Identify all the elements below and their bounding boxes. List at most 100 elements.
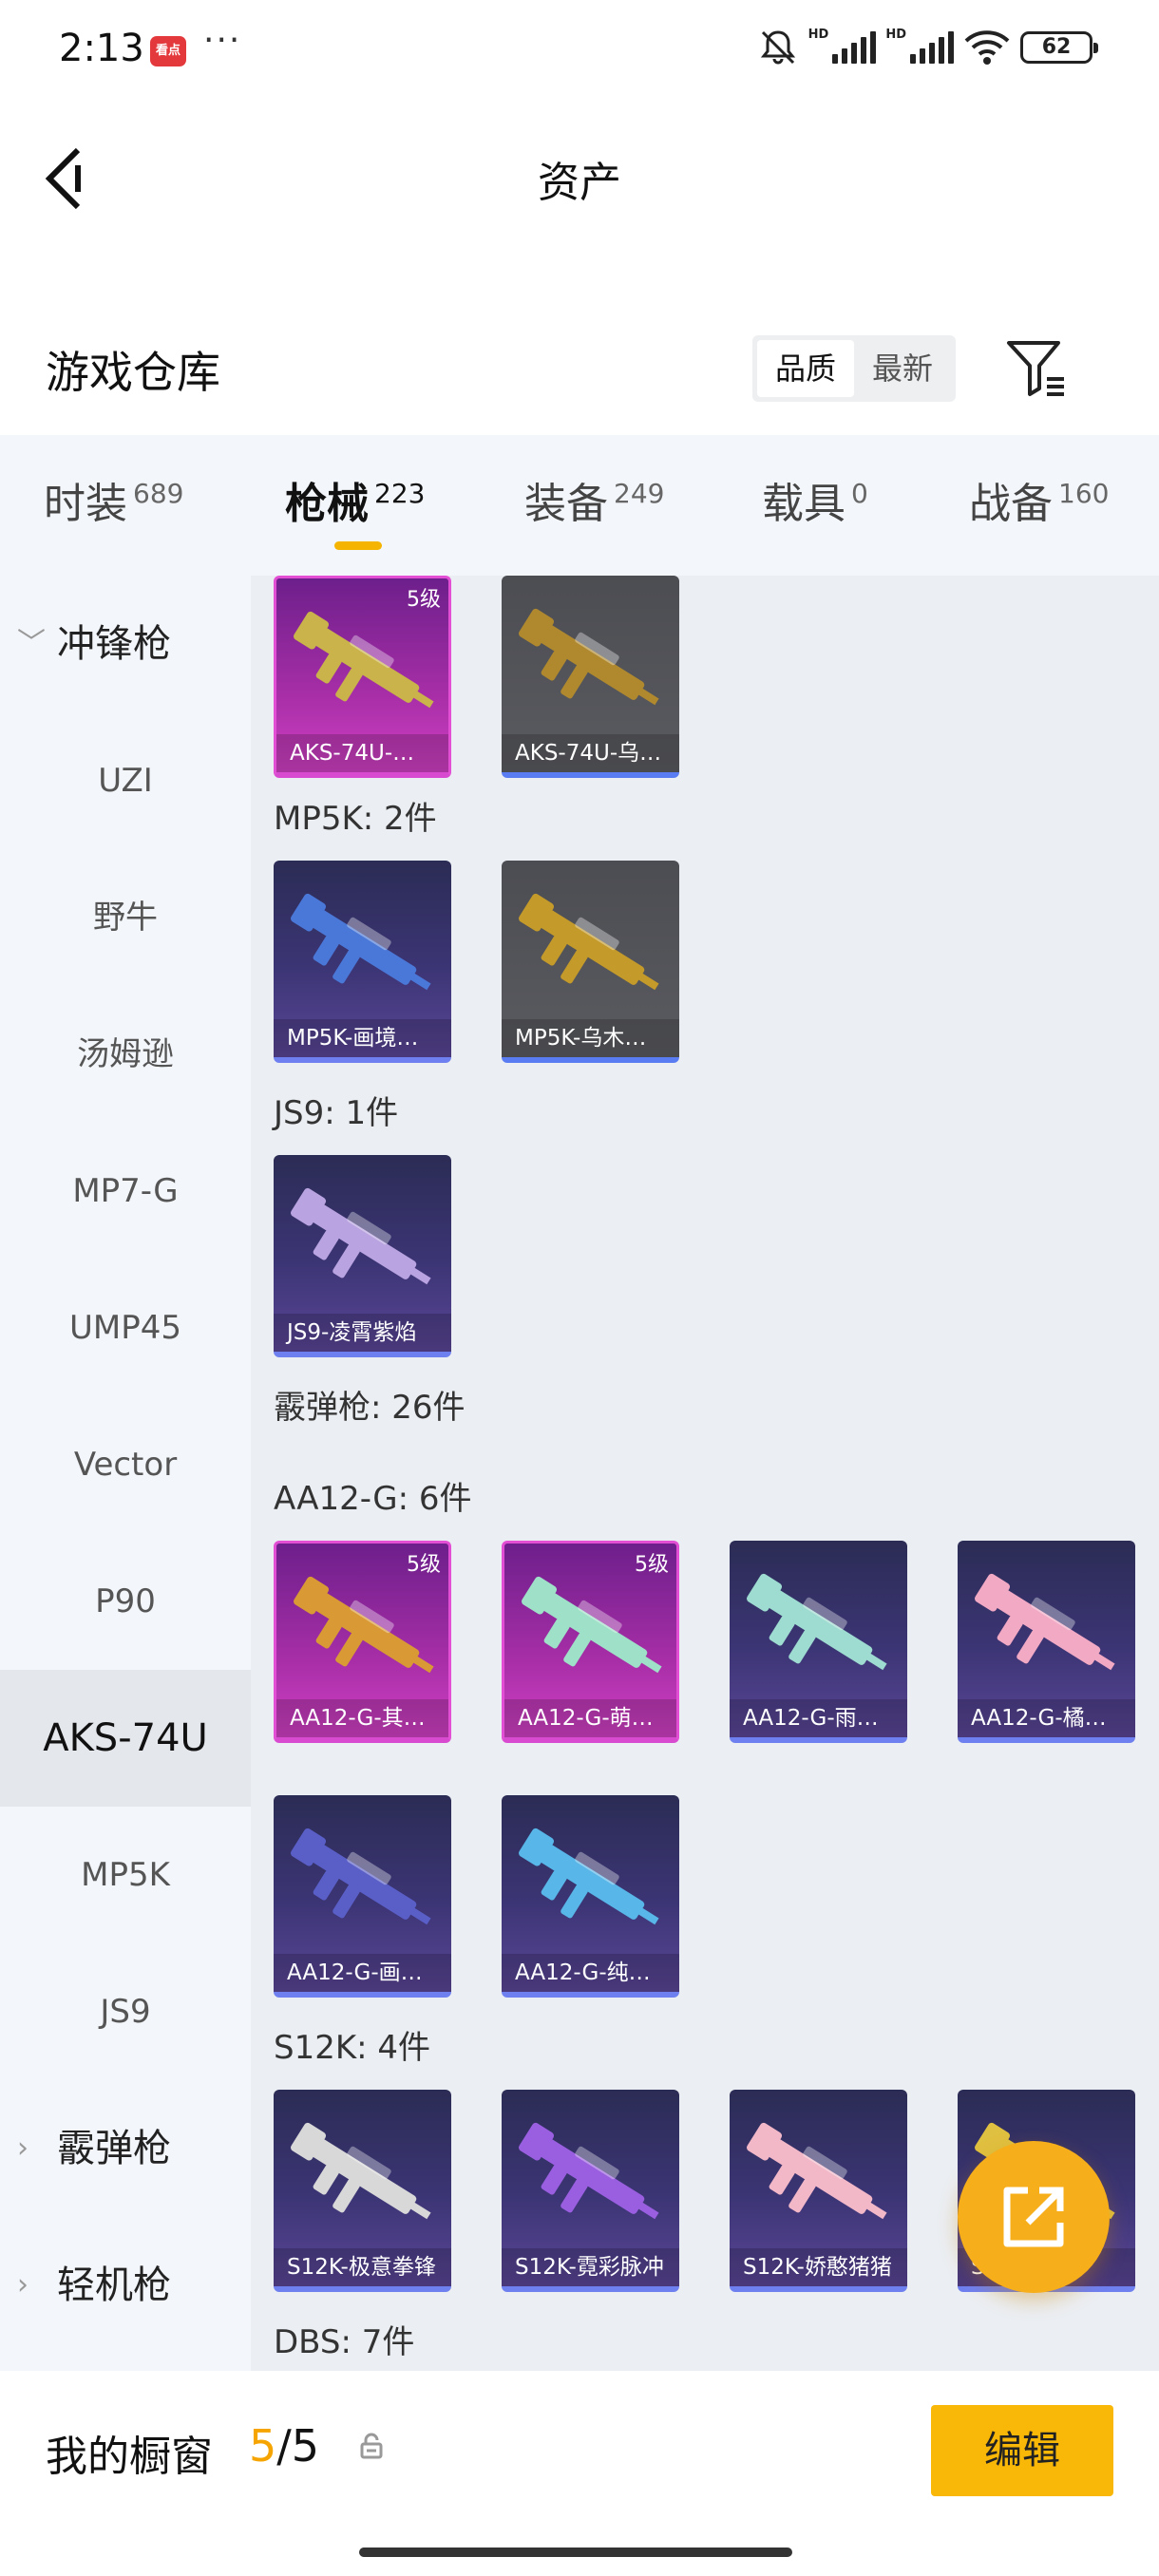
level-badge: 5级 <box>635 1553 669 1577</box>
wifi-icon <box>964 30 1010 65</box>
warehouse-title: 游戏仓库 <box>46 347 220 398</box>
battery-icon: 62 <box>1020 31 1098 64</box>
weapon-name: AA12-G-纯… <box>502 1954 679 1992</box>
weapon-grid: MP5K: 2件 JS9: 1件 霰弹枪: 26件 AA12-G: 6件 S12… <box>251 576 1159 2371</box>
category-tabs: 时装 689 枪械 223 装备 249 载具 0 战备 160 <box>0 435 1159 576</box>
weapon-card[interactable]: MP5K-画境… <box>274 861 451 1063</box>
weapon-name: AA12-G-橘… <box>958 1699 1135 1737</box>
hd-label-2: HD <box>885 27 906 42</box>
sidebar-item-smg[interactable]: ﹀ 冲锋枪 <box>0 576 251 712</box>
showcase-current: 5 <box>249 2420 277 2472</box>
gun-icon <box>294 1576 434 1674</box>
tab-label: 战备 <box>969 480 1053 528</box>
filter-icon <box>1007 341 1064 396</box>
weapon-card[interactable]: 5级 AKS-74U-森… <box>274 576 451 778</box>
tab-count: 223 <box>374 478 426 510</box>
signal-icon <box>832 31 877 64</box>
signal-icon-2 <box>910 31 954 64</box>
sidebar-item-thompson[interactable]: 汤姆逊 <box>0 986 251 1123</box>
weapon-name: S12K-娇憨猪猪 <box>730 2248 907 2286</box>
tab-label: 装备 <box>524 480 608 528</box>
weapon-name: AKS-74U-森… <box>276 734 448 772</box>
gun-icon <box>747 2122 887 2220</box>
group-label-js9: JS9: 1件 <box>274 1094 399 1132</box>
group-label-shotgun: 霰弹枪: 26件 <box>274 1389 466 1427</box>
weapon-card[interactable]: AA12-G-画… <box>274 1795 451 1998</box>
weapon-card[interactable]: AA12-G-纯… <box>502 1795 679 1998</box>
gun-icon <box>519 2122 659 2220</box>
group-label-dbs: DBS: 7件 <box>274 2323 415 2361</box>
weapon-card[interactable]: 5级 AA12-G-其… <box>274 1541 451 1743</box>
weapon-name: AA12-G-雨… <box>730 1699 907 1737</box>
mute-icon <box>760 30 795 65</box>
edit-button[interactable]: 编辑 <box>931 2405 1113 2496</box>
group-label-mp5k: MP5K: 2件 <box>274 800 437 838</box>
lock-icon <box>357 2432 386 2460</box>
tab-label: 载具 <box>762 480 846 528</box>
sidebar-item-mp7g[interactable]: MP7-G <box>0 1123 251 1260</box>
sidebar-item-label: 冲锋枪 <box>57 622 171 666</box>
hd-label: HD <box>808 27 829 42</box>
weapon-name: JS9-凌霄紫焰 <box>274 1314 451 1352</box>
gun-icon <box>294 611 434 709</box>
sidebar-item-uzi[interactable]: UZI <box>0 712 251 849</box>
chevron-right-icon: › <box>17 2131 28 2165</box>
gun-icon <box>291 1187 431 1285</box>
weapon-card[interactable]: AA12-G-雨… <box>730 1541 907 1743</box>
gun-icon <box>519 893 659 991</box>
weapon-card[interactable]: AKS-74U-乌… <box>502 576 679 778</box>
page-title: 资产 <box>538 159 621 207</box>
sidebar-item-lmg[interactable]: › 轻机枪 <box>0 2217 251 2354</box>
active-tab-indicator <box>334 541 382 550</box>
weapon-name: AA12-G-画… <box>274 1954 451 1992</box>
weapon-card[interactable]: S12K-娇憨猪猪 <box>730 2090 907 2292</box>
gun-icon <box>519 1828 659 1925</box>
sidebar-item-ump45[interactable]: UMP45 <box>0 1260 251 1396</box>
weapon-card[interactable]: 5级 AA12-G-萌… <box>502 1541 679 1743</box>
weapon-name: MP5K-画境… <box>274 1019 451 1057</box>
sidebar-item-label: 轻机枪 <box>57 2263 171 2307</box>
sidebar-item-mp5k[interactable]: MP5K <box>0 1807 251 1943</box>
sidebar-item-shotgun[interactable]: › 霰弹枪 <box>0 2080 251 2217</box>
share-icon <box>1003 2187 1064 2247</box>
tab-count: 0 <box>851 478 868 510</box>
weapon-card[interactable]: S12K-霓彩脉冲 <box>502 2090 679 2292</box>
weapon-card[interactable]: AA12-G-橘… <box>958 1541 1135 1743</box>
showcase-label: 我的橱窗 <box>46 2433 213 2481</box>
sidebar-item-vector[interactable]: Vector <box>0 1396 251 1533</box>
tab-count: 249 <box>614 478 665 510</box>
tab-label: 枪械 <box>285 480 369 528</box>
level-badge: 5级 <box>407 588 441 612</box>
sidebar-item-label: 霰弹枪 <box>57 2127 171 2170</box>
gun-icon <box>522 1576 662 1674</box>
share-button[interactable] <box>958 2141 1110 2293</box>
tab-fashion[interactable]: 时装 689 <box>44 469 183 530</box>
gun-icon <box>291 2122 431 2220</box>
tab-firearms[interactable]: 枪械 223 <box>285 469 425 530</box>
weapon-card[interactable]: MP5K-乌木… <box>502 861 679 1063</box>
filter-button[interactable] <box>1005 337 1072 400</box>
sidebar-item-bizon[interactable]: 野牛 <box>0 849 251 986</box>
home-indicator[interactable] <box>359 2548 792 2557</box>
showcase-total: /5 <box>276 2420 320 2472</box>
showcase-bar: 我的橱窗 5/5 编辑 <box>0 2371 1159 2576</box>
weapon-card[interactable]: JS9-凌霄紫焰 <box>274 1155 451 1357</box>
weapon-name: S12K-霓彩脉冲 <box>502 2248 679 2286</box>
tab-equipment[interactable]: 装备 249 <box>524 469 664 530</box>
sidebar-item-js9[interactable]: JS9 <box>0 1943 251 2080</box>
weapon-card[interactable]: S12K-极意拳锋 <box>274 2090 451 2292</box>
sort-newest-option[interactable]: 最新 <box>854 340 951 397</box>
weapon-name: AKS-74U-乌… <box>502 734 679 772</box>
weapon-name: AA12-G-其… <box>276 1699 448 1737</box>
group-label-s12k: S12K: 4件 <box>274 2029 431 2067</box>
chevron-down-icon: ﹀ <box>17 627 46 660</box>
tab-count: 160 <box>1058 478 1110 510</box>
sidebar-item-p90[interactable]: P90 <box>0 1533 251 1670</box>
more-notifications-icon: ··· <box>203 21 242 60</box>
tab-count: 689 <box>133 478 184 510</box>
sidebar-item-aks74u[interactable]: AKS-74U <box>0 1670 251 1807</box>
app-notification-icon: 看点 <box>150 36 186 66</box>
tab-supplies[interactable]: 战备 160 <box>969 469 1109 530</box>
sort-quality-option[interactable]: 品质 <box>757 340 854 397</box>
tab-vehicles[interactable]: 载具 0 <box>762 469 868 530</box>
